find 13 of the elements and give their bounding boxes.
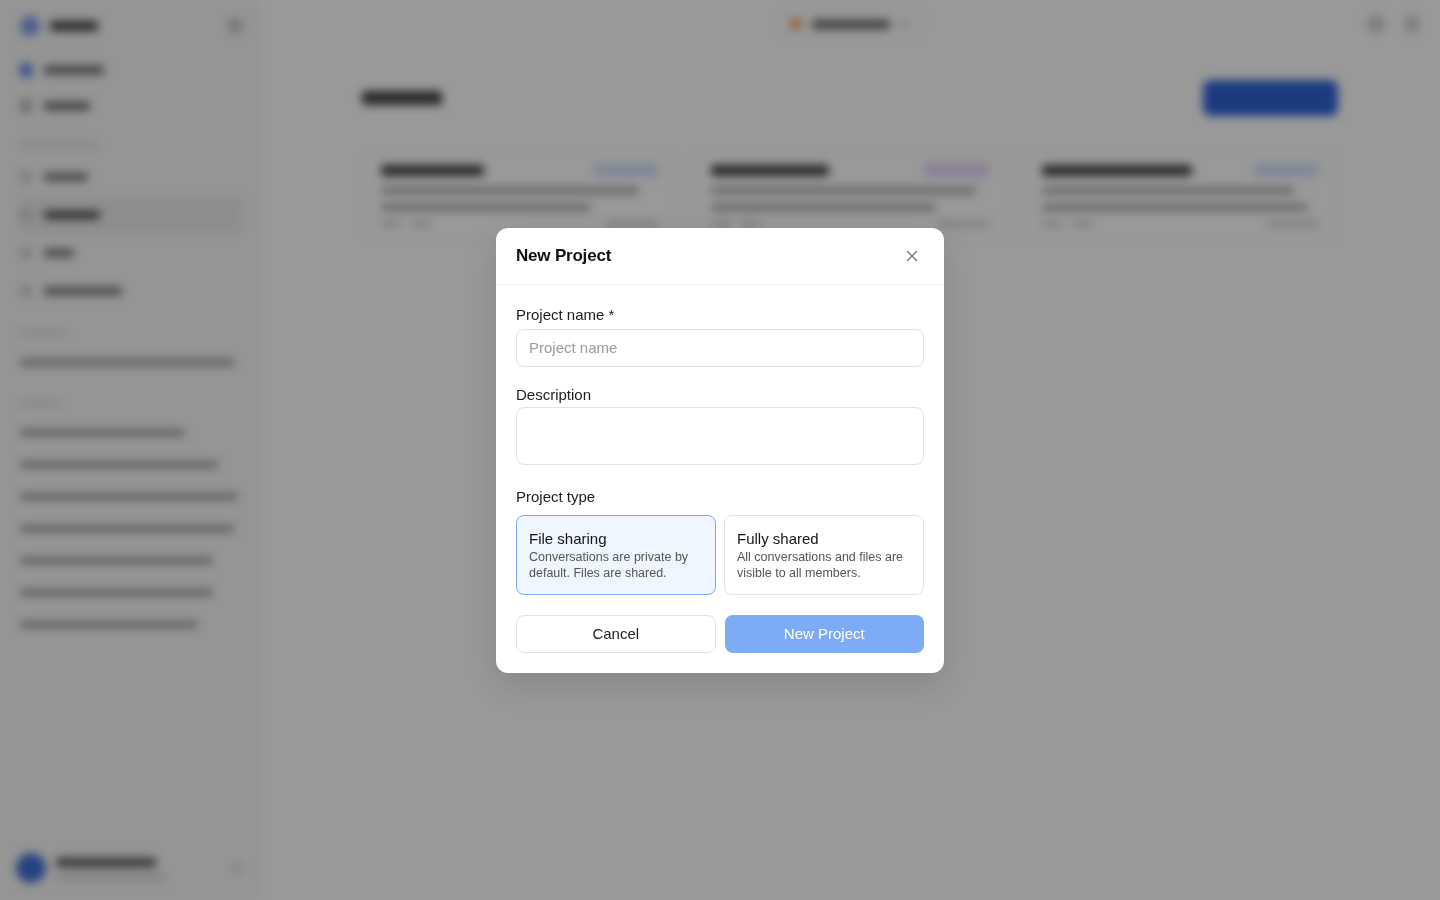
option-description: Conversations are private by default. Files are shared. [529,548,690,581]
option-title: Fully shared [737,528,819,549]
field-label: Project type [516,486,596,507]
project-type-option[interactable]: File sharing Conversations are private by default. Files are shared. [516,514,716,595]
textarea-field[interactable] [516,406,924,465]
field-label: Description [516,384,592,405]
dialog-title: New Project [516,245,612,266]
project-type-option[interactable]: Fully shared All conversations and files are visible to all members. [724,514,924,595]
option-title: File sharing [529,528,607,549]
field-label: Project name * [516,304,615,325]
option-description: All conversations and files are visible to all members. [737,548,905,581]
text-field[interactable]: Project name [516,328,924,367]
cancel-button[interactable]: Cancel [516,614,716,653]
